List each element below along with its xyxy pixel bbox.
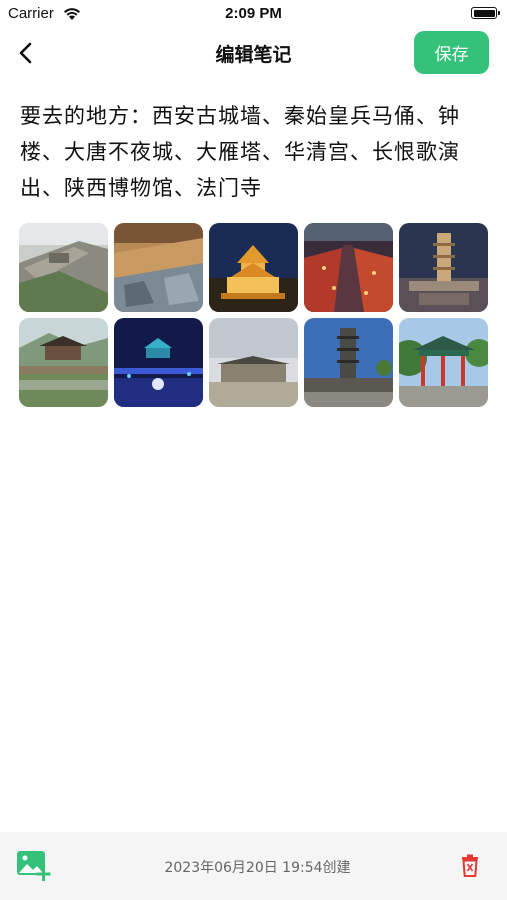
wild-goose-pagoda-image — [399, 223, 488, 312]
created-timestamp: 2023年06月20日 19:54创建 — [164, 860, 351, 876]
photo-thumbnail[interactable] — [399, 223, 488, 312]
song-of-everlasting-sorrow-image — [114, 318, 203, 407]
photo-thumbnail[interactable] — [399, 318, 488, 407]
nav-bar: 编辑笔记 保存 — [0, 28, 507, 78]
famen-temple-image — [304, 318, 393, 407]
status-time: 2:09 PM — [225, 5, 282, 22]
save-button[interactable]: 保存 — [414, 31, 489, 74]
photo-thumbnail[interactable] — [19, 223, 108, 312]
photo-thumbnail[interactable] — [19, 318, 108, 407]
photo-thumbnail[interactable] — [114, 318, 203, 407]
photo-thumbnail[interactable] — [304, 318, 393, 407]
trash-icon[interactable] — [460, 854, 480, 878]
bell-tower-image — [209, 223, 298, 312]
temple-pavilion-image — [399, 318, 488, 407]
battery-icon — [471, 7, 500, 19]
note-content[interactable]: 要去的地方：西安古城墙、秦始皇兵马俑、钟楼、大唐不夜城、大雁塔、华清宫、长恨歌演… — [20, 98, 490, 206]
photo-thumbnail[interactable] — [209, 223, 298, 312]
photo-thumbnail[interactable] — [114, 223, 203, 312]
photo-thumbnail[interactable] — [209, 318, 298, 407]
photo-thumbnail[interactable] — [304, 223, 393, 312]
huaqing-palace-image — [19, 318, 108, 407]
status-bar: Carrier 2:09 PM — [0, 0, 507, 28]
battery-level — [473, 9, 496, 17]
bottom-toolbar: 2023年06月20日 19:54创建 — [0, 832, 507, 900]
shaanxi-museum-image — [209, 318, 298, 407]
terracotta-warriors-image — [114, 223, 203, 312]
city-wall-image — [19, 223, 108, 312]
tang-night-city-image — [304, 223, 393, 312]
